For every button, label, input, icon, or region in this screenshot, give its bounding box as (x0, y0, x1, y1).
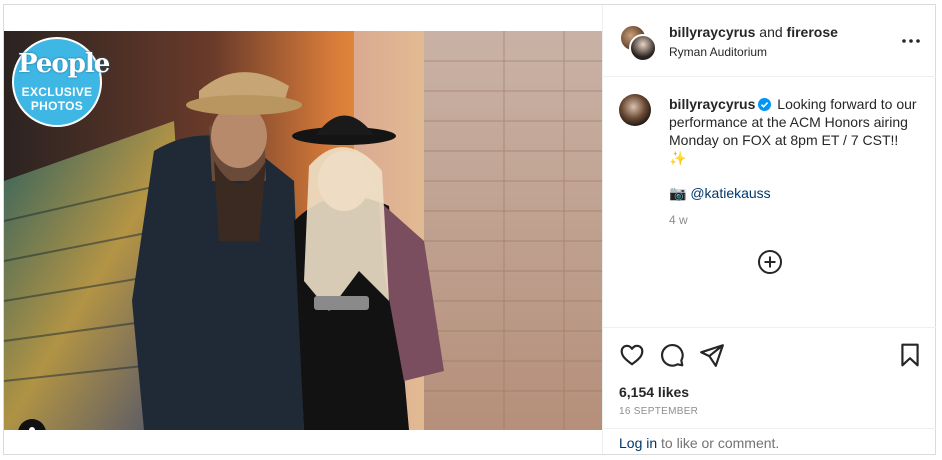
bookmark-icon[interactable] (897, 342, 923, 368)
photo-credit: 📷 @katiekauss (669, 185, 771, 202)
badge-line-1: EXCLUSIVE (21, 85, 93, 99)
people-logo: People (18, 49, 110, 79)
comment-icon[interactable] (659, 342, 685, 368)
username-link[interactable]: billyraycyrus (669, 96, 755, 112)
caption-text: billyraycyrus Looking forward to our per… (669, 95, 919, 167)
collab-avatars[interactable] (619, 24, 657, 62)
badge-subtitle: EXCLUSIVE PHOTOS (14, 85, 100, 113)
and-text: and (759, 24, 783, 40)
login-link[interactable]: Log in (619, 435, 657, 451)
post-header: billyraycyrus and firerose Ryman Auditor… (603, 5, 936, 77)
add-comment-icon[interactable] (757, 249, 783, 275)
post-side-panel: billyraycyrus and firerose Ryman Auditor… (602, 5, 936, 454)
caption-area: billyraycyrus Looking forward to our per… (603, 77, 936, 327)
header-usernames: billyraycyrus and firerose (669, 24, 838, 40)
avatar (629, 34, 657, 62)
share-icon[interactable] (699, 342, 725, 368)
username-link[interactable]: firerose (787, 24, 838, 40)
mention-link[interactable]: @katiekauss (690, 185, 770, 201)
verified-badge-icon (758, 98, 772, 111)
post-actions: 6,154 likes 16 SEPTEMBER Log in to like … (603, 327, 936, 455)
badge-line-2: PHOTOS (30, 99, 84, 113)
avatar[interactable] (619, 94, 651, 126)
heart-icon[interactable] (619, 342, 645, 368)
post-photo[interactable]: People EXCLUSIVE PHOTOS (4, 31, 602, 430)
more-options-icon[interactable] (900, 31, 922, 51)
location-link[interactable]: Ryman Auditorium (669, 45, 767, 59)
post-date: 16 SEPTEMBER (619, 406, 699, 417)
post-age[interactable]: 4 w (669, 213, 688, 227)
camera-emoji: 📷 (669, 185, 687, 201)
login-prompt: Log in to like or comment. (603, 428, 936, 456)
like-count[interactable]: 6,154 likes (619, 384, 689, 400)
username-link[interactable]: billyraycyrus (669, 24, 755, 40)
people-exclusive-badge: People EXCLUSIVE PHOTOS (12, 37, 110, 127)
instagram-post: People EXCLUSIVE PHOTOS billyraycyrus an… (3, 4, 936, 455)
login-prompt-text: to like or comment. (657, 435, 780, 451)
